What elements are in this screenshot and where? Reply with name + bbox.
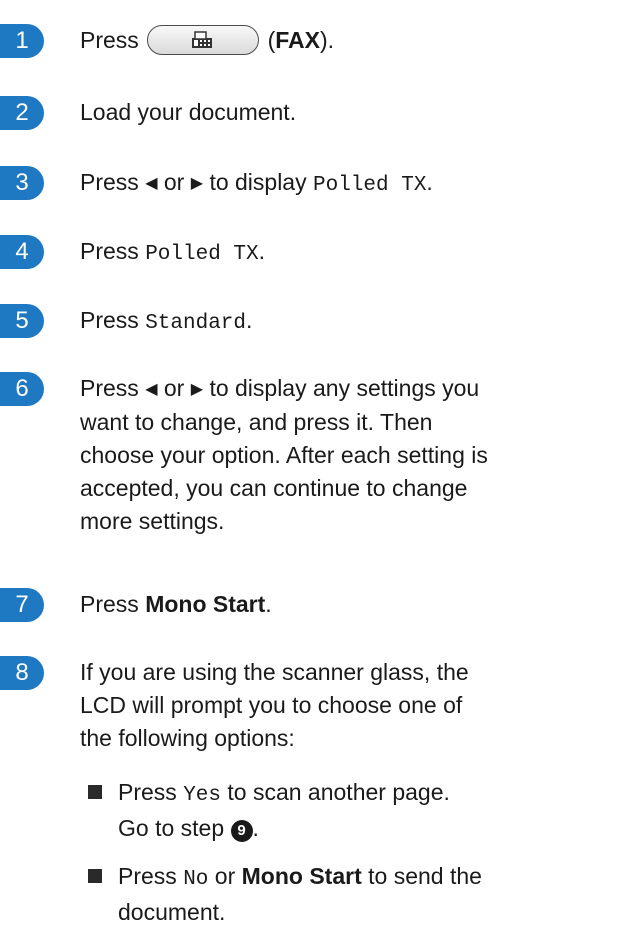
text-line: choose your option. After each setting i…	[80, 442, 488, 468]
text-line: LCD will prompt you to choose one of	[80, 692, 463, 718]
paren-open: (	[261, 27, 276, 53]
step-number-badge: 3	[0, 166, 44, 200]
press-word: Press	[118, 779, 177, 805]
text-segment: to send the	[368, 863, 482, 889]
option-bullet: Press Yes to scan another page. Go to st…	[88, 776, 613, 845]
right-triangle-icon: ▶	[190, 381, 204, 398]
step-text: Press ◀ or ▶ to display any settings you…	[80, 372, 610, 538]
to-display-text: to display	[209, 169, 307, 195]
lcd-option: Polled TX	[313, 174, 427, 197]
text-line: Go to step 9.	[118, 812, 613, 845]
right-triangle-icon: ▶	[190, 175, 204, 192]
step-number-badge: 4	[0, 235, 44, 269]
text-segment: to display any settings you	[209, 375, 480, 401]
text-line: document.	[118, 899, 226, 925]
paren-close: ).	[319, 27, 335, 53]
step-text: Load your document.	[80, 99, 297, 125]
text-line: If you are using the scanner glass, the	[80, 659, 469, 685]
or-word: or	[163, 169, 185, 195]
press-word: Press	[80, 238, 139, 264]
step-text: Press (FAX).	[80, 24, 610, 57]
text-line: Press ◀ or ▶ to display any settings you	[80, 372, 610, 406]
period: .	[252, 815, 259, 841]
text-line: accepted, you can continue to change	[80, 475, 468, 501]
text-line: want to change, and press it. Then	[80, 409, 433, 435]
mono-start-key: Mono Start	[241, 863, 362, 889]
step-text: Press Polled TX.	[80, 235, 610, 271]
step-number-badge: 1	[0, 24, 44, 58]
text-line: Press No or Mono Start to send the	[118, 860, 613, 896]
text-segment: to scan another page.	[227, 779, 450, 805]
square-bullet-icon	[88, 869, 102, 883]
step-number-badge: 2	[0, 96, 44, 130]
text-segment: Go to step	[118, 815, 225, 841]
step-number-badge: 6	[0, 372, 44, 406]
period: .	[246, 307, 253, 333]
step-text: Press ◀ or ▶ to display Polled TX.	[80, 166, 610, 202]
lcd-option: Polled TX	[145, 243, 259, 266]
lcd-option: Yes	[183, 784, 221, 807]
mono-start-key: Mono Start	[145, 591, 266, 617]
fax-machine-icon	[192, 31, 213, 48]
fax-key-button	[147, 24, 260, 55]
press-word: Press	[80, 375, 139, 401]
step-number-badge: 5	[0, 304, 44, 338]
lcd-option: No	[183, 868, 209, 891]
left-triangle-icon: ◀	[145, 175, 158, 192]
square-bullet-icon	[88, 785, 102, 799]
step-text: Press Standard.	[80, 304, 610, 340]
or-word: or	[163, 375, 185, 401]
step-number-badge: 7	[0, 588, 44, 622]
period: .	[426, 169, 433, 195]
text-line: Press Yes to scan another page.	[118, 776, 613, 812]
period: .	[265, 591, 272, 617]
option-bullet: Press No or Mono Start to send the docum…	[88, 860, 613, 929]
step-number-badge: 8	[0, 656, 44, 690]
period: .	[258, 238, 265, 264]
step-reference: 9	[230, 820, 253, 842]
left-triangle-icon: ◀	[145, 381, 158, 398]
fax-label: FAX	[275, 27, 320, 53]
press-word: Press	[80, 27, 139, 53]
press-word: Press	[80, 307, 139, 333]
step-text: If you are using the scanner glass, the …	[80, 656, 610, 755]
step-text: Press Mono Start.	[80, 588, 610, 621]
text-line: the following options:	[80, 725, 295, 751]
lcd-option: Standard	[145, 312, 247, 335]
press-word: Press	[80, 591, 139, 617]
or-word: or	[214, 863, 236, 889]
text-line: more settings.	[80, 508, 225, 534]
press-word: Press	[80, 169, 139, 195]
press-word: Press	[118, 863, 177, 889]
